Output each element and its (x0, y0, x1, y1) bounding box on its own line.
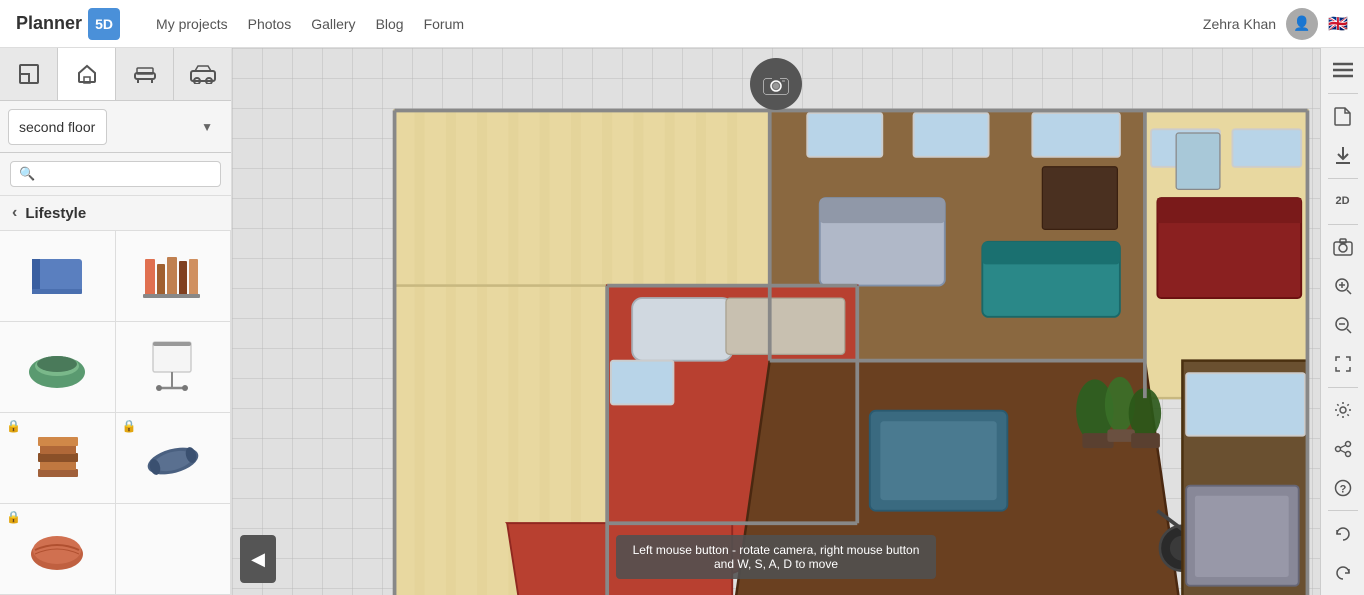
tab-floor-plan[interactable] (0, 48, 58, 100)
nav-photos[interactable]: Photos (248, 16, 292, 32)
fullscreen-button[interactable] (1324, 346, 1362, 383)
home-icon (76, 63, 98, 85)
files-icon (1334, 106, 1352, 126)
nav-my-projects[interactable]: My projects (156, 16, 228, 32)
divider (1328, 387, 1358, 388)
help-icon: ? (1334, 479, 1352, 497)
item-image (22, 519, 92, 579)
search-box: 🔍 (0, 153, 231, 196)
canvas-area[interactable]: ◀ Left mouse button - rotate camera, rig… (232, 48, 1320, 595)
lock-icon: 🔒 (6, 419, 21, 433)
back-arrow-icon: ◀ (251, 549, 265, 570)
tooltip-box: Left mouse button - rotate camera, right… (616, 535, 936, 579)
settings-icon (1334, 401, 1352, 419)
list-item[interactable] (116, 504, 232, 595)
avatar[interactable]: 👤 (1286, 8, 1318, 40)
2d-label: 2D (1335, 195, 1349, 207)
divider (1328, 178, 1358, 179)
download-icon (1334, 145, 1352, 165)
redo-icon (1334, 564, 1352, 582)
item-image (138, 337, 208, 397)
tab-other[interactable] (174, 48, 231, 100)
category-header: ‹ Lifestyle (0, 196, 231, 231)
zoom-out-button[interactable] (1324, 307, 1362, 344)
nav-links: My projects Photos Gallery Blog Forum (156, 16, 464, 32)
camera-button[interactable] (750, 58, 802, 110)
items-grid: 🔒 🔒 (0, 231, 231, 595)
tooltip-text: Left mouse button - rotate camera, right… (633, 543, 920, 571)
right-toolbar: 2D (1320, 48, 1364, 595)
floor-select-wrapper: first floor second floor third floor ▼ (8, 109, 223, 145)
flag-icon[interactable]: 🇬🇧 (1328, 14, 1348, 34)
zoom-in-icon (1334, 277, 1352, 295)
logo-text: Planner (16, 13, 82, 34)
tab-furniture[interactable] (116, 48, 174, 100)
zoom-out-icon (1334, 316, 1352, 334)
zoom-in-button[interactable] (1324, 268, 1362, 305)
nav-right: Zehra Khan 👤 🇬🇧 (1203, 8, 1348, 40)
floor-select[interactable]: first floor second floor third floor (8, 109, 107, 145)
menu-icon (1333, 62, 1353, 78)
category-name: Lifestyle (25, 205, 86, 222)
list-item[interactable] (0, 322, 116, 413)
files-button[interactable] (1324, 98, 1362, 135)
nav-gallery[interactable]: Gallery (311, 16, 355, 32)
screenshot-icon (1333, 238, 1353, 256)
menu-button[interactable] (1324, 52, 1362, 89)
floor-plan-3d (232, 48, 1320, 595)
left-sidebar: first floor second floor third floor ▼ 🔍… (0, 48, 232, 595)
fullscreen-icon (1334, 355, 1352, 373)
list-item[interactable] (0, 231, 116, 322)
list-item[interactable]: 🔒 (0, 413, 116, 504)
svg-text:?: ? (1339, 483, 1346, 495)
2d-button[interactable]: 2D (1324, 183, 1362, 220)
list-item[interactable]: 🔒 (0, 504, 116, 595)
category-back-button[interactable]: ‹ (12, 204, 17, 222)
search-input[interactable] (41, 167, 217, 182)
user-name: Zehra Khan (1203, 16, 1276, 32)
divider (1328, 93, 1358, 94)
share-icon (1334, 440, 1352, 458)
logo[interactable]: Planner 5D (16, 8, 120, 40)
item-image (22, 428, 92, 488)
list-item[interactable] (116, 322, 232, 413)
nav-forum[interactable]: Forum (424, 16, 464, 32)
search-icon: 🔍 (19, 166, 35, 182)
floor-select-arrow-icon: ▼ (201, 120, 213, 134)
list-item[interactable]: 🔒 (116, 413, 232, 504)
logo-icon: 5D (88, 8, 120, 40)
divider (1328, 510, 1358, 511)
tab-home[interactable] (58, 48, 116, 100)
divider (1328, 224, 1358, 225)
list-item[interactable] (116, 231, 232, 322)
back-arrow-button[interactable]: ◀ (240, 535, 276, 583)
undo-icon (1334, 525, 1352, 543)
furniture-icon (133, 63, 157, 85)
download-button[interactable] (1324, 137, 1362, 174)
item-image (22, 337, 92, 397)
item-image (138, 428, 208, 488)
help-button[interactable]: ? (1324, 469, 1362, 506)
share-button[interactable] (1324, 430, 1362, 467)
lock-icon: 🔒 (6, 510, 21, 524)
search-input-wrap: 🔍 (10, 161, 221, 187)
screenshot-button[interactable] (1324, 229, 1362, 266)
nav-blog[interactable]: Blog (376, 16, 404, 32)
lock-icon: 🔒 (122, 419, 137, 433)
main-layout: first floor second floor third floor ▼ 🔍… (0, 48, 1364, 595)
sidebar-tabs (0, 48, 231, 101)
item-image (22, 246, 92, 306)
floor-plan-icon (18, 63, 40, 85)
redo-button[interactable] (1324, 554, 1362, 591)
camera-icon (763, 73, 789, 95)
settings-button[interactable] (1324, 391, 1362, 428)
top-nav: Planner 5D My projects Photos Gallery Bl… (0, 0, 1364, 48)
floor-selector: first floor second floor third floor ▼ (0, 101, 231, 153)
undo-button[interactable] (1324, 515, 1362, 552)
car-icon (189, 64, 217, 84)
item-image (138, 246, 208, 306)
